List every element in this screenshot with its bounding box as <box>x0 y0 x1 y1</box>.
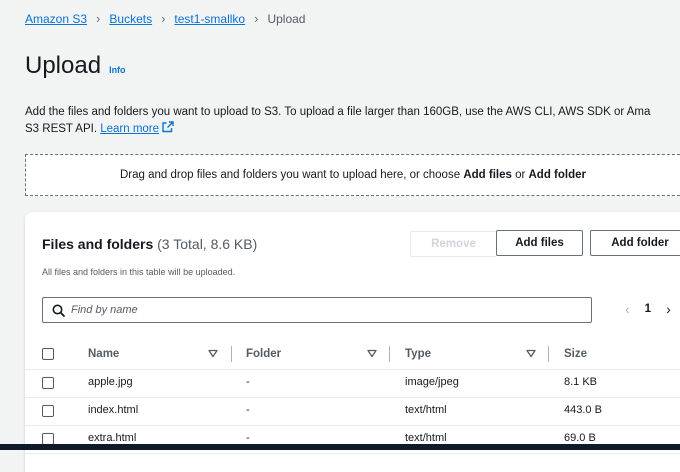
page-title-container: Upload Info <box>25 52 126 80</box>
learn-more-label: Learn more <box>100 123 160 135</box>
files-title: Files and folders <box>42 236 154 252</box>
chevron-right-icon[interactable]: › <box>666 301 671 317</box>
select-all-checkbox[interactable] <box>42 348 54 360</box>
cell-name: extra.html <box>88 432 137 444</box>
cell-name: apple.jpg <box>88 376 133 388</box>
files-panel: Files and folders (3 Total, 8.6 KB) All … <box>25 212 680 472</box>
cell-size: 8.1 KB <box>564 376 598 388</box>
column-divider[interactable] <box>231 346 232 362</box>
description-line-2-text: S3 REST API. <box>25 123 98 135</box>
files-subtitle: All files and folders in this table will… <box>42 267 236 277</box>
cell-size: 69.0 B <box>564 432 596 444</box>
cell-folder: - <box>246 404 250 416</box>
learn-more-link[interactable]: Learn more <box>100 121 174 135</box>
column-divider[interactable] <box>389 346 390 362</box>
breadcrumb-current: Upload <box>267 11 306 26</box>
dropzone-or: or <box>511 169 529 181</box>
breadcrumb-amazon-s3[interactable]: Amazon S3 <box>25 12 87 26</box>
column-name[interactable]: Name <box>88 348 119 360</box>
files-panel-title: Files and folders (3 Total, 8.6 KB) <box>42 236 257 252</box>
dropzone-add-folder: Add folder <box>528 169 587 181</box>
page-description: Add the files and folders you want to up… <box>25 104 680 138</box>
page-number[interactable]: 1 <box>645 303 651 315</box>
remove-button[interactable]: Remove <box>410 231 497 257</box>
chevron-right-icon: › <box>161 11 166 26</box>
dropzone-prefix: Drag and drop files and folders you want… <box>120 169 464 181</box>
page-title: Upload <box>25 52 102 79</box>
search-icon <box>52 304 65 317</box>
upload-dropzone[interactable]: Drag and drop files and folders you want… <box>25 154 680 196</box>
chevron-right-icon: › <box>96 11 101 26</box>
bottom-bar <box>0 444 680 450</box>
column-divider[interactable] <box>548 346 549 362</box>
cell-type: text/html <box>405 432 447 444</box>
chevron-left-icon[interactable]: ‹ <box>625 301 630 317</box>
row-checkbox[interactable] <box>42 405 54 417</box>
cell-type: image/jpeg <box>405 376 459 388</box>
breadcrumb-bucket[interactable]: test1-smallko <box>174 12 245 26</box>
cell-folder: - <box>246 376 250 388</box>
table-header: Name Folder Type Size <box>25 340 680 370</box>
cell-type: text/html <box>405 404 447 416</box>
column-size[interactable]: Size <box>564 348 587 360</box>
add-folder-button[interactable]: Add folder <box>590 230 680 256</box>
breadcrumb-buckets[interactable]: Buckets <box>109 12 152 26</box>
row-checkbox[interactable] <box>42 377 54 389</box>
column-type[interactable]: Type <box>405 348 431 360</box>
cell-name: index.html <box>88 404 139 416</box>
column-folder[interactable]: Folder <box>246 348 281 360</box>
caret-down-icon[interactable] <box>526 349 536 358</box>
cell-folder: - <box>246 432 250 444</box>
table-row[interactable]: index.html - text/html 443.0 B <box>25 398 680 426</box>
description-line-1: Add the files and folders you want to up… <box>25 106 651 118</box>
search-input[interactable] <box>71 304 571 316</box>
dropzone-add-files: Add files <box>463 169 512 181</box>
caret-down-icon[interactable] <box>367 349 377 358</box>
breadcrumb: Amazon S3 › Buckets › test1-smallko › Up… <box>25 11 305 26</box>
info-link[interactable]: Info <box>109 65 126 75</box>
caret-down-icon[interactable] <box>208 349 218 358</box>
search-box <box>42 297 592 323</box>
external-link-icon <box>162 121 174 133</box>
add-files-button[interactable]: Add files <box>496 230 583 256</box>
pagination: ‹ 1 › <box>625 301 671 317</box>
cell-size: 443.0 B <box>564 404 602 416</box>
files-count: (3 Total, 8.6 KB) <box>157 236 258 252</box>
table-row[interactable]: apple.jpg - image/jpeg 8.1 KB <box>25 370 680 398</box>
dropzone-text: Drag and drop files and folders you want… <box>120 169 586 181</box>
description-line-2: S3 REST API. Learn more <box>25 121 680 138</box>
chevron-right-icon: › <box>254 11 259 26</box>
